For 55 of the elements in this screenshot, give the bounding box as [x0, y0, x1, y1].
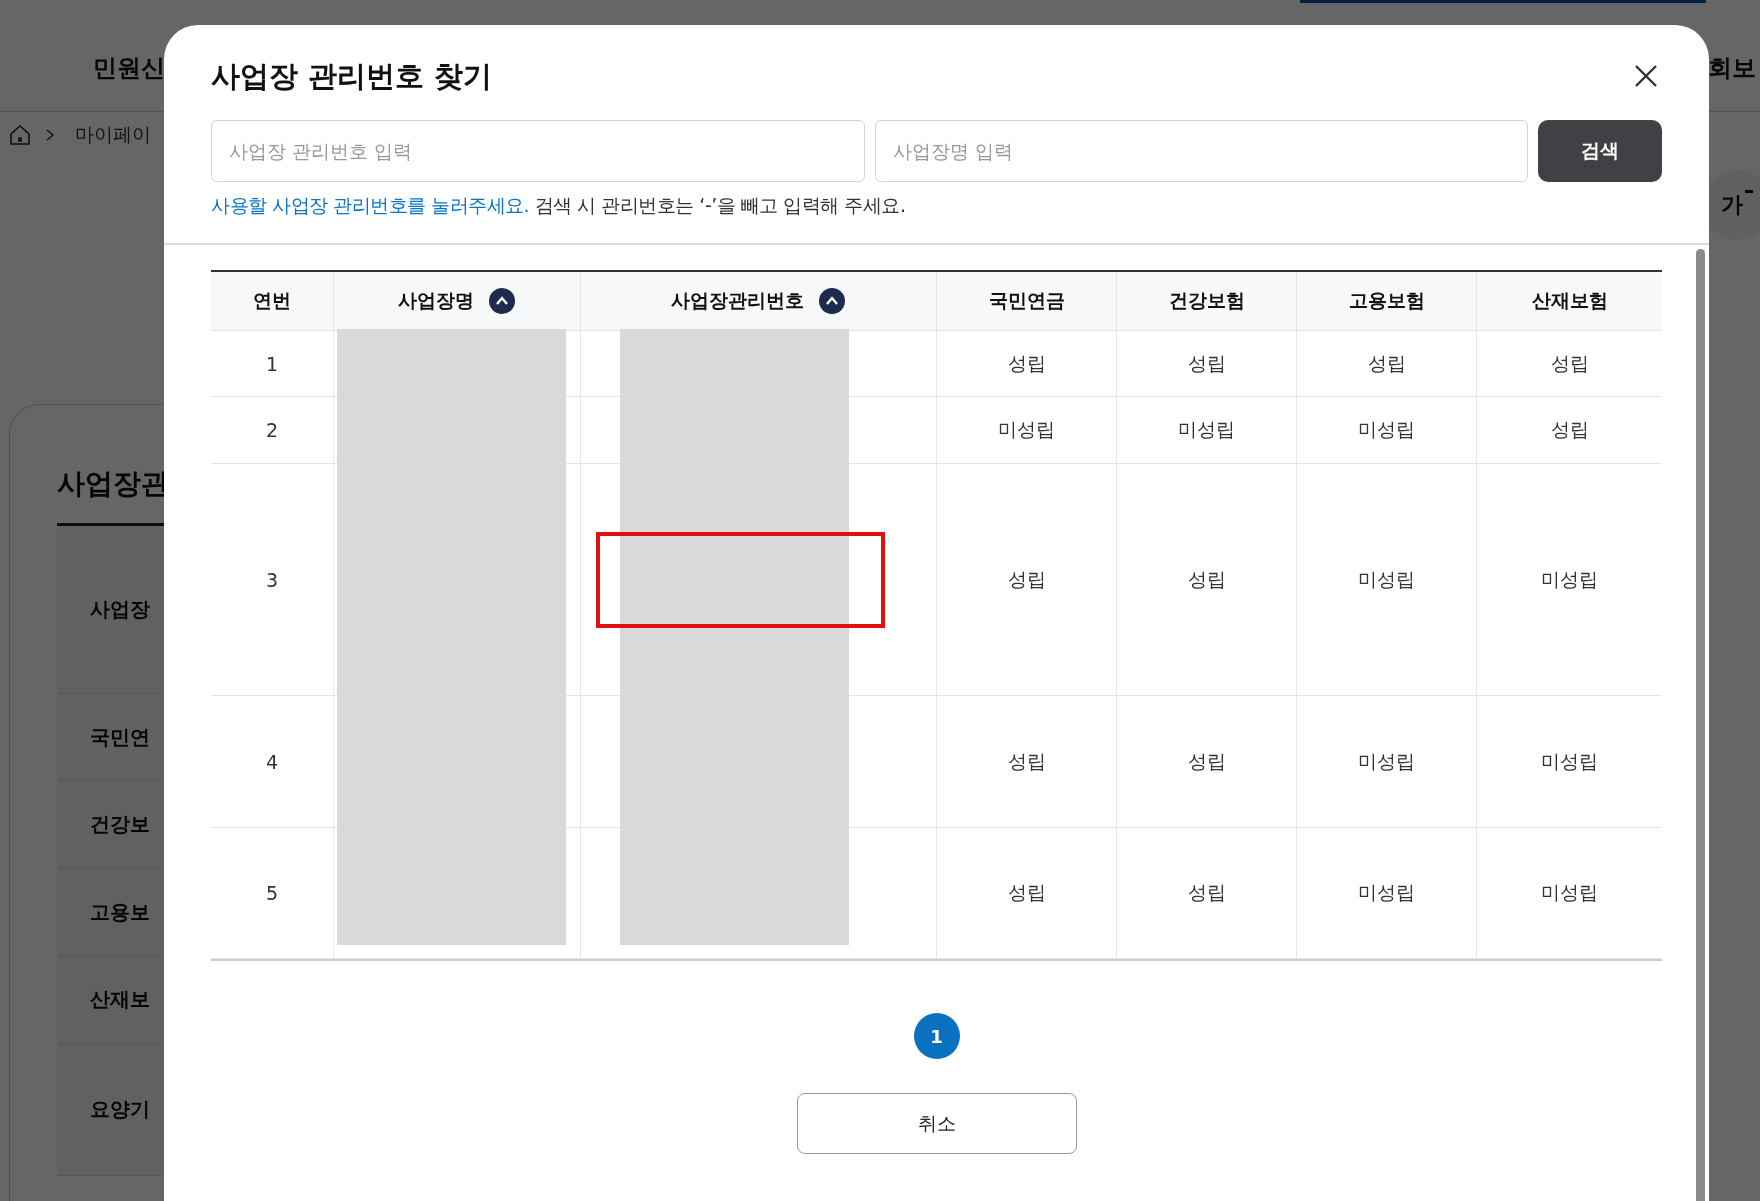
nav-item[interactable]: 민원신 — [93, 52, 165, 84]
table-cell: 2 — [265, 419, 279, 441]
search-button[interactable]: 검색 — [1538, 120, 1662, 182]
table-cell-text: 성립 — [1550, 417, 1589, 442]
table-cell-text: 성립 — [1187, 350, 1226, 376]
scrollbar-thumb[interactable] — [1696, 249, 1705, 1201]
column-header: 사업장관리번호 — [671, 288, 804, 313]
column-header: 사업장명 — [398, 288, 474, 313]
column-header: 건강보험 — [1168, 288, 1245, 313]
table-cell-text: 성립 — [1550, 350, 1589, 376]
table-cell-text: 성립 — [1007, 748, 1046, 774]
table-cell-text: 성립 — [1007, 880, 1046, 905]
table-cell: 1 — [265, 352, 279, 375]
breadcrumb-item[interactable]: 마이페이 — [75, 122, 151, 148]
table-cell-text: 미성립 — [1541, 566, 1598, 592]
cancel-button[interactable]: 취소 — [796, 1093, 1077, 1154]
table-cell-text: 미성립 — [1358, 566, 1415, 592]
table-cell-text: 성립 — [1187, 880, 1226, 905]
table-cell-text: 미성립 — [1541, 748, 1598, 774]
column-header: 고용보험 — [1348, 288, 1425, 313]
table-cell-text: 미성립 — [1358, 417, 1415, 442]
nav-item[interactable]: 회보 — [1708, 52, 1756, 84]
table-cell-text: 성립 — [1187, 748, 1226, 774]
row-label: 고용보 — [90, 898, 150, 926]
hint-text: 검색 시 관리번호는 ‘-’을 빼고 입력해 주세요. — [534, 194, 906, 216]
instruction-text: 사용할 사업장 관리번호를 눌러주세요. — [211, 194, 530, 216]
table-cell-text: 미성립 — [1358, 880, 1415, 905]
table-cell-text: 성립 — [1007, 566, 1046, 592]
sort-icon[interactable] — [488, 287, 516, 315]
table-cell-text: 미성립 — [1178, 417, 1235, 442]
chevron-icon — [45, 128, 55, 142]
row-label: 국민연 — [90, 723, 150, 751]
table-cell: 4 — [265, 750, 279, 773]
table-cell-text: 성립 — [1007, 350, 1046, 376]
column-header: 국민연금 — [988, 288, 1065, 313]
search-field[interactable]: 사업장 관리번호 입력 — [211, 120, 865, 182]
table-cell-text: 미성립 — [1541, 880, 1598, 905]
table-cell-text: 미성립 — [1358, 748, 1415, 774]
table-cell: 5 — [265, 882, 279, 904]
column-header: 산재보험 — [1531, 288, 1608, 313]
row-label: 산재보 — [90, 986, 150, 1013]
table-cell-text: 성립 — [1187, 566, 1226, 592]
table-cell-text: 미성립 — [998, 417, 1055, 442]
table-cell: 3 — [265, 568, 279, 591]
row-label: 사업장 — [90, 596, 150, 623]
sort-icon[interactable] — [818, 287, 846, 315]
dialog-title: 사업장 관리번호 찾기 — [211, 59, 493, 93]
column-header: 연번 — [253, 288, 291, 313]
home-icon[interactable] — [9, 124, 31, 146]
row-label: 건강보 — [90, 811, 150, 838]
minus-icon — [1745, 190, 1753, 193]
page-button[interactable]: 1 — [913, 1013, 960, 1059]
table-cell-text: 성립 — [1367, 350, 1406, 376]
row-label: 요양기 — [90, 1096, 150, 1123]
search-field[interactable]: 사업장명 입력 — [874, 120, 1528, 182]
